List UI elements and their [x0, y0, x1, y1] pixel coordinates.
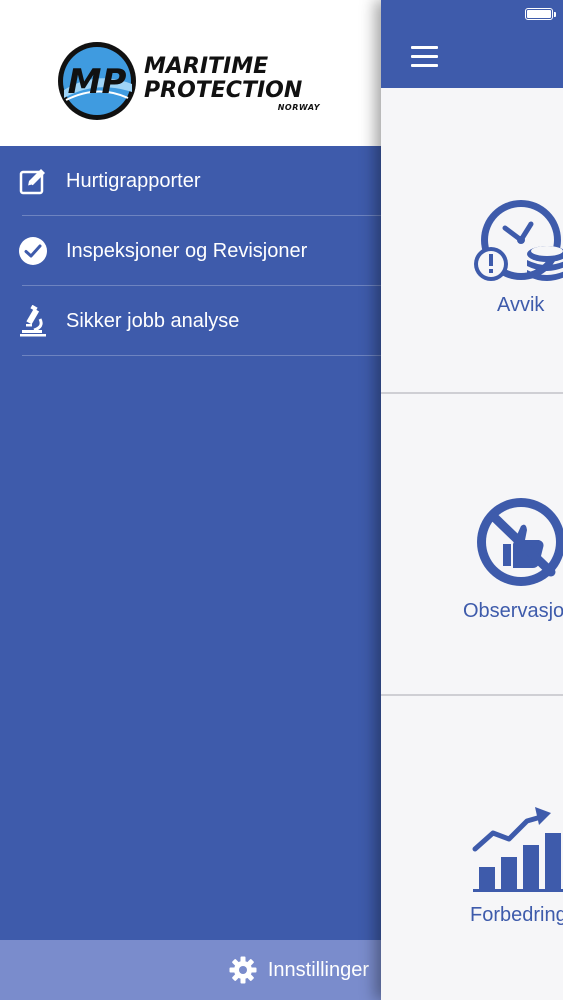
settings-label: Innstillinger: [267, 958, 369, 981]
growth-chart-icon: [472, 807, 563, 892]
menu-item-label: Inspeksjoner og Revisjoner: [66, 239, 308, 262]
edit-icon: [16, 164, 50, 198]
settings-button[interactable]: Innstillinger: [0, 940, 381, 1000]
tile-avvik[interactable]: Avvik: [381, 90, 563, 394]
microscope-icon: [16, 304, 50, 338]
tile-label: Forbedring: [470, 904, 563, 926]
svg-text:MP: MP: [68, 62, 127, 102]
logo-wordmark: MARITIME PROTECTION NORWAY: [144, 55, 344, 113]
top-bar: [381, 0, 563, 88]
hamburger-menu-icon[interactable]: [411, 46, 438, 68]
battery-icon: [525, 8, 556, 20]
tile-label: Avvik: [497, 294, 545, 316]
checkmark-circle-icon: [16, 234, 50, 268]
main-panel: Avvik Observasjo Forbedring: [381, 0, 563, 1000]
menu-item-sikker-jobb-analyse[interactable]: Sikker jobb analyse: [0, 286, 381, 356]
logo-line-norway: NORWAY: [277, 103, 320, 112]
maritime-protection-logo: MP MARITIME PROTECTION NORWAY: [56, 40, 326, 122]
tile-forbedring[interactable]: Forbedring: [381, 695, 563, 1000]
menu-item-label: Hurtigrapporter: [66, 169, 201, 192]
drawer-header: MP MARITIME PROTECTION NORWAY: [0, 0, 381, 146]
menu-item-label: Sikker jobb analyse: [66, 309, 240, 332]
side-drawer: MP MARITIME PROTECTION NORWAY Hurtigrapp…: [0, 0, 381, 1000]
gear-icon: [229, 956, 257, 984]
menu-item-hurtigrapporter[interactable]: Hurtigrapporter: [0, 146, 381, 216]
clock-coins-warning-icon: [474, 200, 563, 281]
tile-observasjon[interactable]: Observasjo: [381, 392, 563, 696]
mp-logo-icon: MP: [58, 42, 136, 120]
drawer-menu: Hurtigrapporter Inspeksjoner og Revisjon…: [0, 146, 381, 356]
logo-line-protection: PROTECTION: [144, 78, 303, 103]
menu-item-inspeksjoner[interactable]: Inspeksjoner og Revisjoner: [0, 216, 381, 286]
no-thumbs-up-icon: [477, 498, 563, 586]
tile-label: Observasjo: [463, 600, 563, 622]
logo-line-maritime: MARITIME: [144, 54, 269, 79]
